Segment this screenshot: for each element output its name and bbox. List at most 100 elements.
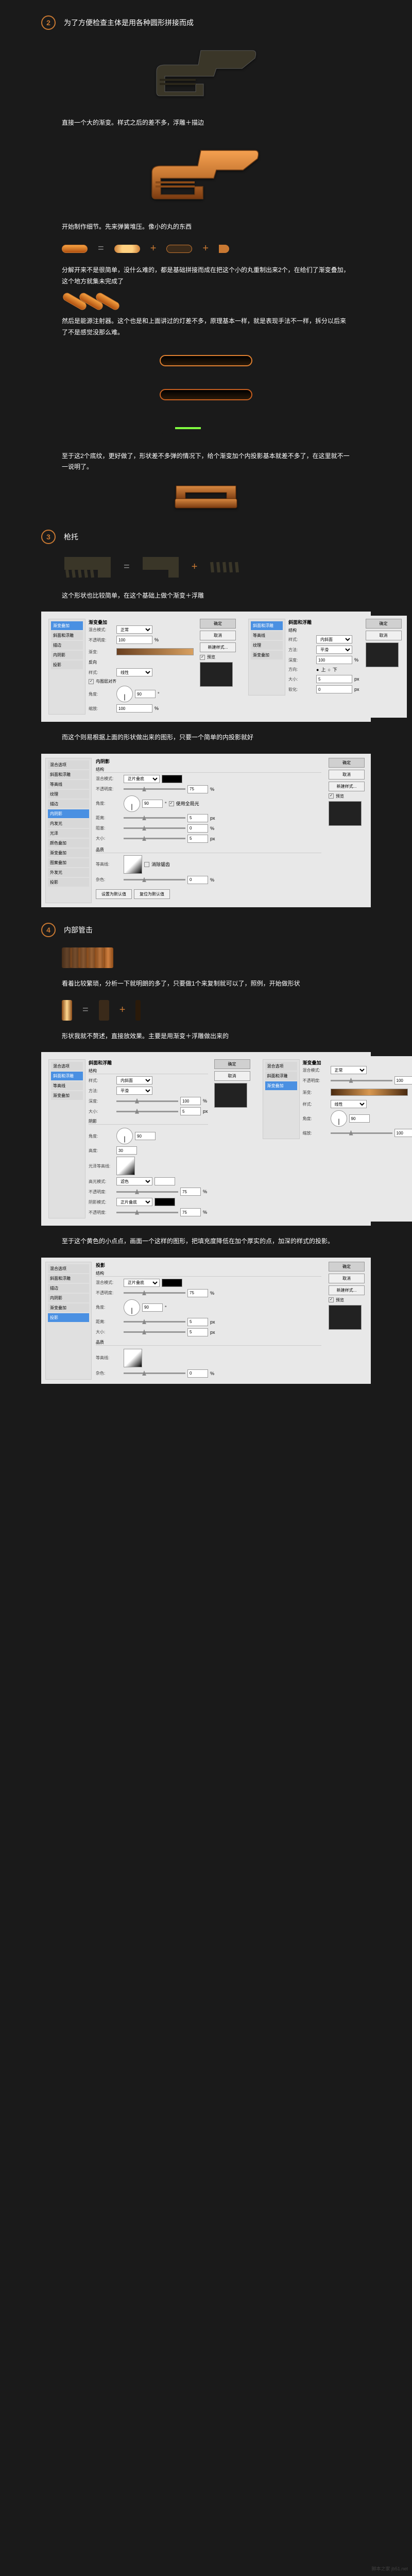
style-select[interactable]: 线性 — [116, 668, 152, 676]
preview-check[interactable] — [200, 655, 205, 660]
hl-mode-select[interactable]: 滤色 — [116, 1177, 152, 1185]
noise-input[interactable] — [187, 876, 208, 884]
sidebar-item[interactable]: 混合选项 — [265, 1062, 297, 1071]
op-slider[interactable] — [124, 1292, 185, 1294]
angle-dial[interactable] — [331, 1110, 347, 1127]
sidebar-item[interactable]: 描边 — [51, 641, 83, 650]
sh-op-slider[interactable] — [116, 1212, 178, 1213]
noise-slider[interactable] — [124, 879, 185, 880]
sh-color[interactable] — [154, 1198, 175, 1206]
ok-button[interactable]: 确定 — [329, 1262, 365, 1272]
cancel-button[interactable]: 取消 — [366, 631, 402, 640]
angle-dial[interactable] — [116, 686, 133, 702]
sidebar-item[interactable]: 渐变叠加 — [51, 621, 83, 630]
cancel-button[interactable]: 取消 — [214, 1071, 250, 1081]
sidebar-item[interactable]: 投影 — [48, 878, 89, 887]
bevel-style-select[interactable]: 内斜面 — [316, 635, 352, 643]
sidebar-item[interactable]: 颜色叠加 — [48, 839, 89, 848]
dist-slider[interactable] — [124, 1321, 185, 1323]
angle-input[interactable] — [142, 1303, 163, 1312]
sidebar-item[interactable]: 混合选项 — [48, 1264, 89, 1273]
sidebar-item[interactable]: 内发光 — [48, 819, 89, 828]
sidebar-item[interactable]: 内阴影 — [48, 1294, 89, 1302]
sidebar-item[interactable]: 纹理 — [251, 641, 283, 650]
blend-select[interactable]: 正片叠底 — [124, 1279, 160, 1287]
color-swatch[interactable] — [162, 1279, 182, 1287]
reset-button[interactable]: 设置为默认值 — [96, 889, 132, 899]
opacity-slider[interactable] — [124, 788, 185, 790]
angle-input[interactable] — [135, 690, 156, 698]
size-slider[interactable] — [116, 1111, 178, 1112]
scale-slider[interactable] — [331, 1132, 392, 1134]
cancel-button[interactable]: 取消 — [329, 770, 365, 779]
preview-check[interactable] — [329, 1297, 334, 1302]
op-slider[interactable] — [331, 1080, 392, 1081]
bevel-tech-select[interactable]: 平滑 — [316, 646, 352, 654]
size-input[interactable] — [180, 1107, 201, 1115]
noise-slider[interactable] — [124, 1372, 185, 1374]
hl-op-input[interactable] — [180, 1188, 201, 1196]
preview-check[interactable] — [329, 793, 334, 799]
tech-select[interactable]: 平滑 — [116, 1087, 152, 1095]
size-input[interactable] — [187, 835, 208, 843]
sidebar-item[interactable]: 渐变叠加 — [48, 849, 89, 857]
choke-slider[interactable] — [124, 827, 185, 829]
depth-slider[interactable] — [116, 1100, 178, 1102]
sidebar-item[interactable]: 光泽 — [48, 829, 89, 838]
global-check[interactable] — [169, 801, 174, 806]
size-input[interactable] — [187, 1328, 208, 1336]
sidebar-item[interactable]: 纹理 — [48, 790, 89, 799]
anti-check[interactable] — [144, 862, 149, 867]
alt-input[interactable] — [116, 1146, 137, 1155]
contour-swatch[interactable] — [124, 1349, 142, 1367]
size-slider[interactable] — [124, 838, 185, 839]
color-swatch[interactable] — [162, 775, 182, 783]
scale-input[interactable] — [116, 704, 152, 713]
sidebar-item[interactable]: 描边 — [48, 800, 89, 808]
ok-button[interactable]: 确定 — [200, 619, 236, 629]
hl-op-slider[interactable] — [116, 1191, 178, 1193]
cancel-button[interactable]: 取消 — [329, 1274, 365, 1283]
ok-button[interactable]: 确定 — [366, 619, 402, 629]
sidebar-item[interactable]: 外发光 — [48, 868, 89, 877]
choke-input[interactable] — [187, 824, 208, 833]
style-select[interactable]: 线性 — [331, 1100, 367, 1108]
depth-input[interactable] — [180, 1097, 201, 1105]
sidebar-item[interactable]: 渐变叠加 — [51, 1091, 83, 1100]
gradient-swatch[interactable] — [331, 1089, 408, 1096]
sidebar-item[interactable]: 混合选项 — [48, 760, 89, 769]
sidebar-item[interactable]: 斜面和浮雕 — [51, 631, 83, 640]
noise-input[interactable] — [187, 1369, 208, 1378]
angle-dial[interactable] — [116, 1128, 133, 1144]
dist-slider[interactable] — [124, 817, 185, 819]
sidebar-item[interactable]: 渐变叠加 — [251, 651, 283, 659]
angle-input[interactable] — [135, 1132, 156, 1140]
sidebar-item[interactable]: 等高线 — [48, 780, 89, 789]
sidebar-item[interactable]: 等高线 — [51, 1081, 83, 1090]
blend-mode-select[interactable]: 正常 — [116, 625, 152, 634]
hl-color[interactable] — [154, 1177, 175, 1185]
size-input[interactable] — [316, 675, 352, 683]
sidebar-item[interactable]: 投影 — [48, 1313, 89, 1322]
angle-input[interactable] — [142, 800, 163, 808]
reverse-check[interactable]: 反向 — [89, 659, 97, 665]
sidebar-item[interactable]: 斜面和浮雕 — [51, 1072, 83, 1080]
dir-up[interactable]: 上 — [321, 666, 325, 673]
sidebar-item[interactable]: 图案叠加 — [48, 858, 89, 867]
sh-op-input[interactable] — [180, 1208, 201, 1216]
sidebar-item[interactable]: 斜面和浮雕 — [48, 770, 89, 779]
sidebar-item[interactable]: 投影 — [51, 660, 83, 669]
angle-dial[interactable] — [124, 795, 140, 812]
soften-input[interactable] — [316, 685, 352, 693]
angle-dial[interactable] — [124, 1299, 140, 1316]
dist-input[interactable] — [187, 814, 208, 822]
size-slider[interactable] — [124, 1331, 185, 1333]
opacity-input[interactable] — [187, 785, 208, 793]
gloss-contour[interactable] — [116, 1157, 135, 1175]
dist-input[interactable] — [187, 1318, 208, 1326]
sidebar-item[interactable]: 斜面和浮雕 — [265, 1072, 297, 1080]
op-input[interactable] — [187, 1289, 208, 1297]
gradient-swatch[interactable] — [116, 648, 194, 655]
angle-input[interactable] — [349, 1114, 370, 1123]
dir-down[interactable]: 下 — [333, 666, 337, 673]
